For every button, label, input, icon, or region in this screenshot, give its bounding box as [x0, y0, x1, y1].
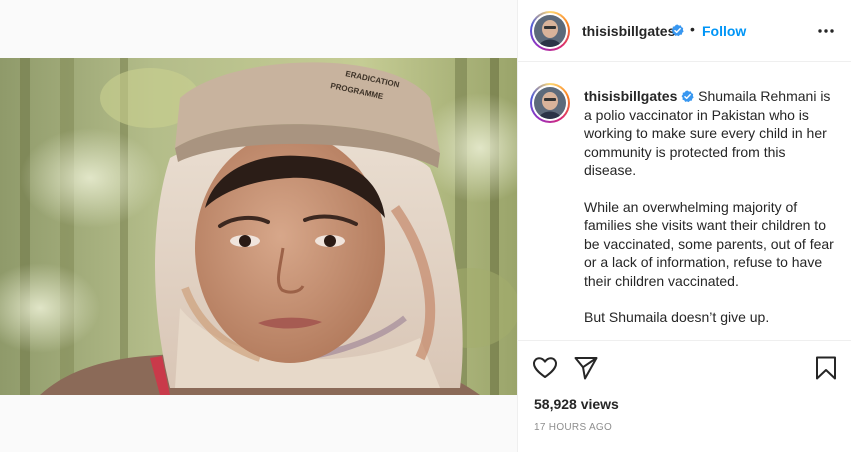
- post-actions-bar: [518, 340, 851, 396]
- post-side-panel: thisisbillgates • Follow thisisbillgates…: [517, 0, 851, 452]
- post-video[interactable]: ERADICATION PROGRAMME: [0, 58, 517, 395]
- more-options-icon[interactable]: [814, 22, 838, 40]
- caption-author-avatar[interactable]: [530, 83, 570, 123]
- caption-paragraph-3: But Shumaila doesn’t give up.: [584, 309, 770, 325]
- media-letterbox-bottom: [0, 395, 517, 452]
- post-header: thisisbillgates • Follow: [518, 0, 851, 62]
- views-count[interactable]: 58,928 views: [534, 396, 619, 412]
- author-avatar[interactable]: [530, 11, 570, 51]
- caption-paragraph-2: While an overwhelming majority of famili…: [584, 198, 834, 289]
- post-caption: thisisbillgates Shumaila Rehmani is a po…: [584, 87, 838, 345]
- video-frame-image: ERADICATION PROGRAMME: [0, 58, 517, 395]
- verified-badge-icon: [681, 90, 694, 103]
- paper-plane-icon[interactable]: [573, 355, 599, 381]
- post-caption-area: thisisbillgates Shumaila Rehmani is a po…: [518, 63, 851, 341]
- caption-username[interactable]: thisisbillgates: [584, 88, 677, 104]
- header-separator: •: [690, 21, 695, 37]
- avatar-image: [534, 87, 566, 119]
- verified-badge-icon: [671, 24, 684, 37]
- avatar-image: [534, 15, 566, 47]
- bookmark-icon[interactable]: [813, 355, 839, 381]
- follow-button[interactable]: Follow: [702, 23, 746, 39]
- post-media-pane: ERADICATION PROGRAMME: [0, 0, 517, 452]
- post-timestamp[interactable]: 17 HOURS AGO: [534, 422, 612, 433]
- media-letterbox-top: [0, 0, 517, 58]
- author-username[interactable]: thisisbillgates: [582, 23, 675, 39]
- heart-icon[interactable]: [532, 355, 558, 381]
